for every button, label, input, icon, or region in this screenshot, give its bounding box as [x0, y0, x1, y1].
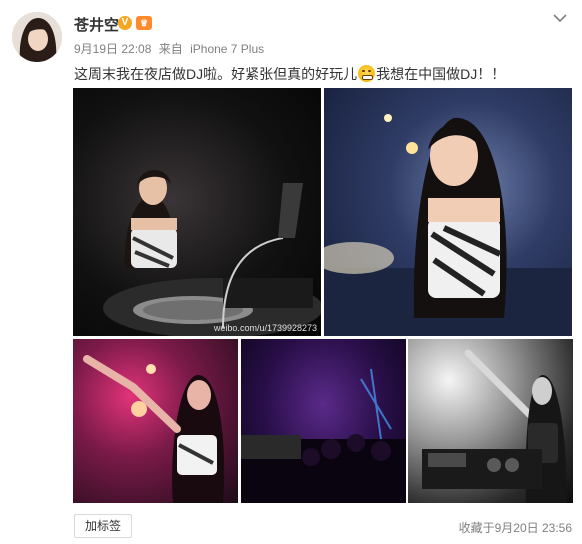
verified-badge-icon: V	[118, 16, 132, 30]
photo-5-scene	[422, 349, 567, 503]
avatar-portrait	[12, 12, 62, 62]
post-meta: 9月19日 22:08 来自 iPhone 7 Plus	[74, 40, 268, 57]
photo-3[interactable]	[73, 339, 238, 503]
photo-4-scene	[241, 368, 406, 503]
photo-2-scene	[324, 114, 572, 336]
username[interactable]: 苍井空	[74, 14, 119, 35]
add-tag-button[interactable]: 加标签	[74, 514, 132, 538]
post-text-part1: 这周末我在夜店做DJ啦。好紧张但真的好玩儿	[74, 66, 358, 82]
post-source[interactable]: iPhone 7 Plus	[190, 42, 264, 56]
favorited-text: 收藏于9月20日 23:56	[458, 521, 572, 535]
source-prefix: 来自	[158, 42, 183, 56]
post-text-part2: 我想在中国做DJ！！	[376, 66, 506, 82]
photo-1[interactable]: weibo.com/u/1739928273	[73, 88, 321, 336]
photo-watermark: weibo.com/u/1739928273	[213, 323, 317, 333]
post-date[interactable]: 9月19日 22:08	[74, 42, 151, 56]
avatar[interactable]	[12, 12, 62, 62]
grin-emoji-icon	[358, 65, 376, 82]
vip-icon[interactable]: ♕	[136, 16, 152, 30]
photo-5[interactable]	[408, 339, 573, 503]
photo-4[interactable]	[241, 339, 406, 503]
photo-3-scene	[83, 355, 225, 503]
photo-2[interactable]	[324, 88, 572, 336]
post-text: 这周末我在夜店做DJ啦。好紧张但真的好玩儿 我想在中国做DJ！！	[74, 64, 505, 84]
photo-1-scene	[103, 169, 321, 336]
chevron-down-icon[interactable]	[552, 12, 568, 24]
